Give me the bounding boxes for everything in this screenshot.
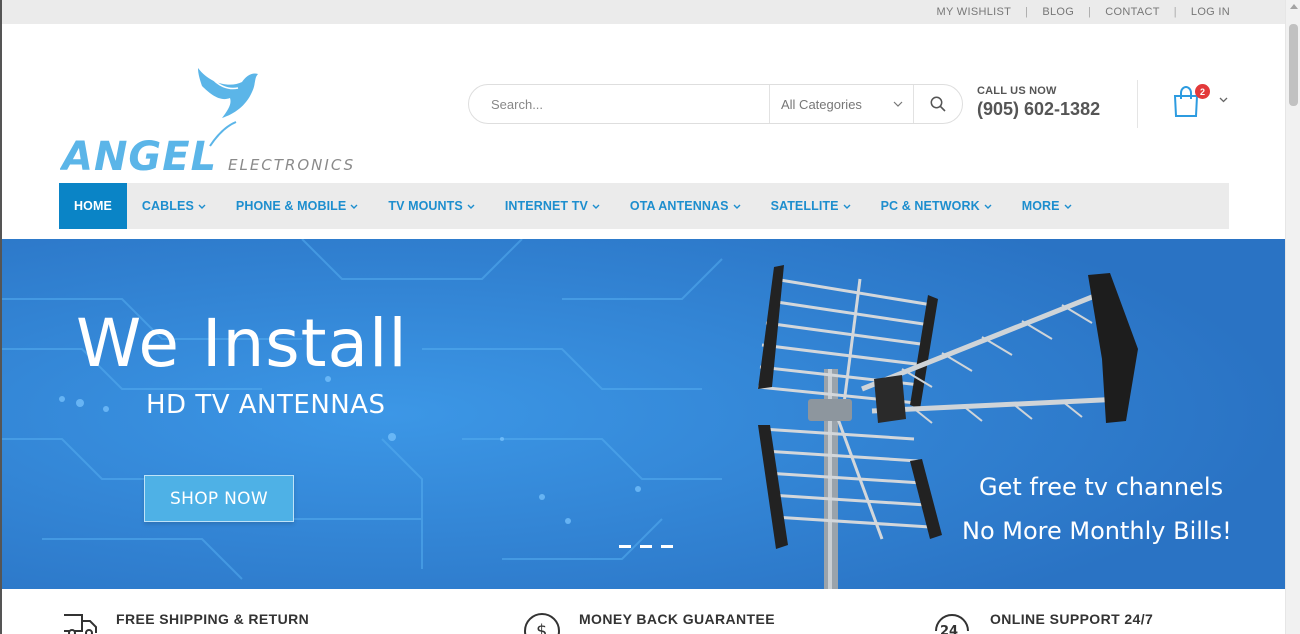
feature-money-back: $ MONEY BACK GUARANTEE	[523, 611, 775, 634]
wishlist-link[interactable]: MY WISHLIST	[937, 6, 1012, 18]
nav-label: TV MOUNTS	[388, 199, 463, 213]
scroll-thumb[interactable]	[1289, 24, 1298, 106]
search-input[interactable]	[469, 85, 769, 123]
chevron-down-icon	[592, 204, 600, 209]
search-icon	[930, 96, 946, 112]
page: MY WISHLIST BLOG CONTACT LOG IN ANGEL EL…	[0, 0, 1286, 634]
feature-title: ONLINE SUPPORT 24/7	[990, 611, 1154, 627]
slider-dot[interactable]	[619, 545, 631, 548]
chevron-down-icon	[467, 204, 475, 209]
hero-title: We Install	[76, 305, 408, 382]
feature-title: MONEY BACK GUARANTEE	[579, 611, 775, 627]
category-label: All Categories	[781, 96, 862, 112]
search-button[interactable]	[913, 85, 962, 123]
top-bar: MY WISHLIST BLOG CONTACT LOG IN	[2, 0, 1286, 24]
logo-brand: ANGEL	[60, 134, 217, 176]
nav-item-tv-mounts[interactable]: TV MOUNTS	[373, 183, 490, 229]
hero-subtitle: HD TV ANTENNAS	[146, 390, 386, 420]
feature-title: FREE SHIPPING & RETURN	[116, 611, 310, 627]
nav-item-cables[interactable]: CABLES	[127, 183, 221, 229]
scroll-up-arrow[interactable]	[1290, 4, 1298, 9]
angel-bird-icon: ANGEL ELECTRONICS	[59, 68, 355, 180]
hero-tagline-1: Get free tv channels	[979, 473, 1224, 501]
category-select[interactable]: All Categories	[769, 85, 913, 123]
chevron-down-icon	[1219, 97, 1228, 103]
chevron-down-icon	[350, 204, 358, 209]
nav-label: INTERNET TV	[504, 199, 588, 213]
slider-dot[interactable]	[640, 545, 652, 548]
hero-tagline-2: No More Monthly Bills!	[962, 517, 1232, 545]
nav-label: CABLES	[141, 199, 194, 213]
nav-item-satellite[interactable]: SATELLITE	[756, 183, 866, 229]
header-divider	[1137, 80, 1138, 128]
nav-label: HOME	[74, 199, 112, 213]
nav-label: OTA ANTENNAS	[629, 199, 729, 213]
hero-slider: We Install HD TV ANTENNAS SHOP NOW Get f…	[2, 239, 1286, 589]
feature-shipping: FREE SHIPPING & RETURN	[62, 611, 309, 634]
feature-support: 24 ONLINE SUPPORT 24/7	[932, 611, 1153, 634]
cart-button[interactable]: 2	[1172, 84, 1232, 120]
cart-count-badge: 2	[1195, 84, 1210, 99]
chevron-down-icon	[733, 204, 741, 209]
page-scrollbar[interactable]	[1285, 0, 1300, 634]
phone-number[interactable]: (905) 602-1382	[977, 99, 1100, 120]
search-bar: All Categories	[468, 84, 963, 124]
nav-label: PHONE & MOBILE	[235, 199, 347, 213]
nav-item-phone-mobile[interactable]: PHONE & MOBILE	[221, 183, 373, 229]
chevron-down-icon	[198, 204, 206, 209]
features-bar: FREE SHIPPING & RETURN $ MONEY BACK GUAR…	[2, 589, 1286, 634]
blog-link[interactable]: BLOG	[1011, 6, 1074, 18]
chevron-down-icon	[843, 204, 851, 209]
truck-icon	[64, 614, 97, 634]
logo-sub: ELECTRONICS	[228, 156, 355, 174]
svg-text:24: 24	[940, 624, 958, 634]
nav-item-ota-antennas[interactable]: OTA ANTENNAS	[615, 183, 756, 229]
support-24-icon: 24	[935, 614, 969, 634]
login-link[interactable]: LOG IN	[1160, 6, 1230, 18]
main-nav: HOME CABLES PHONE & MOBILE TV MOUNTS INT…	[59, 183, 1229, 229]
nav-label: MORE	[1021, 199, 1060, 213]
chevron-down-icon	[984, 204, 992, 209]
slider-dot[interactable]	[661, 545, 673, 548]
svg-text:$: $	[536, 621, 547, 634]
dollar-icon: $	[524, 613, 560, 634]
nav-label: PC & NETWORK	[880, 199, 980, 213]
call-us: CALL US NOW (905) 602-1382	[977, 85, 1100, 120]
chevron-down-icon	[1064, 204, 1072, 209]
header: ANGEL ELECTRONICS All Categories CALL US…	[2, 24, 1286, 183]
nav-item-more[interactable]: MORE	[1007, 183, 1087, 229]
shop-now-button[interactable]: SHOP NOW	[144, 475, 294, 522]
contact-link[interactable]: CONTACT	[1074, 6, 1160, 18]
call-us-label: CALL US NOW	[977, 85, 1057, 97]
nav-item-pc-network[interactable]: PC & NETWORK	[866, 183, 1007, 229]
nav-item-home[interactable]: HOME	[59, 183, 127, 229]
nav-label: SATELLITE	[770, 199, 839, 213]
nav-item-internet-tv[interactable]: INTERNET TV	[490, 183, 615, 229]
site-logo[interactable]: ANGEL ELECTRONICS	[59, 64, 360, 180]
chevron-down-icon	[893, 101, 903, 107]
slider-pagination	[619, 545, 673, 548]
